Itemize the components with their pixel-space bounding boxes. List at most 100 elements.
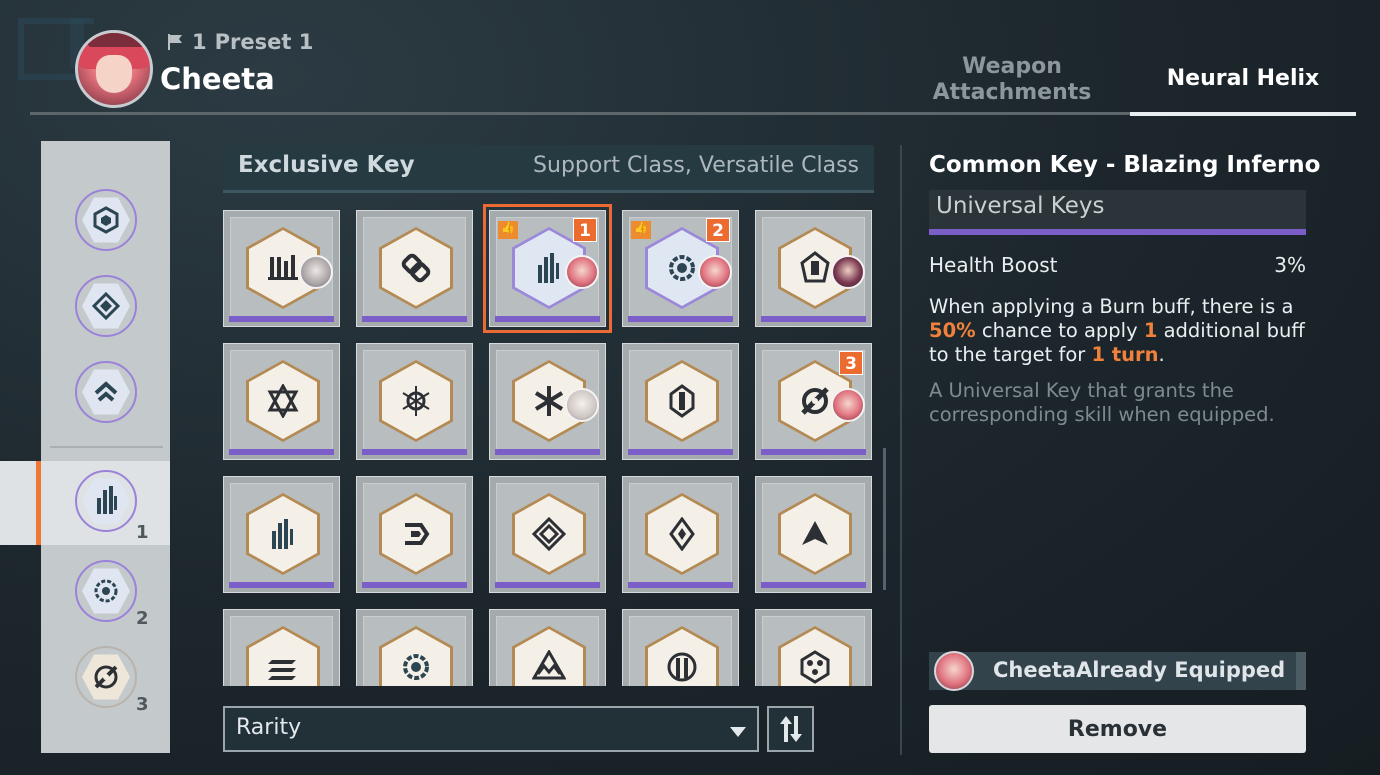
equipped-by-avatar bbox=[831, 388, 865, 422]
rarity-bar bbox=[761, 449, 866, 455]
tab-weapon-attachments[interactable]: Weapon Attachments bbox=[922, 54, 1102, 106]
sidebar-slot-1[interactable] bbox=[75, 189, 137, 251]
rarity-bar bbox=[628, 582, 733, 588]
key-card[interactable] bbox=[489, 609, 606, 686]
grid-scrollbar[interactable] bbox=[883, 448, 886, 590]
arrowhead-key-icon bbox=[802, 521, 828, 545]
key-card[interactable] bbox=[622, 343, 739, 460]
key-card[interactable] bbox=[489, 343, 606, 460]
rarity-bar bbox=[495, 316, 600, 322]
key-card[interactable] bbox=[622, 476, 739, 593]
key-card[interactable] bbox=[356, 609, 473, 686]
character-name: Cheeta bbox=[160, 62, 275, 96]
equipped-status-end bbox=[1296, 652, 1306, 690]
character-avatar[interactable] bbox=[75, 30, 153, 108]
rarity-bar bbox=[628, 449, 733, 455]
lattice-key-icon bbox=[800, 650, 830, 684]
selected-slot-bar bbox=[36, 461, 41, 545]
sidebar-slot-2[interactable] bbox=[75, 275, 137, 337]
sidebar-slot-3[interactable] bbox=[75, 361, 137, 423]
active-tab-underline bbox=[1130, 112, 1356, 116]
rarity-bar bbox=[362, 449, 467, 455]
gear-eye-key-icon bbox=[94, 579, 118, 603]
equipped-by-avatar bbox=[299, 255, 333, 289]
equipped-by-avatar bbox=[698, 255, 732, 289]
rarity-bar bbox=[229, 316, 334, 322]
gate-key-icon bbox=[667, 652, 697, 682]
key-card[interactable] bbox=[223, 343, 340, 460]
panel-title: Exclusive Key bbox=[238, 152, 415, 178]
tab-neural-helix[interactable]: Neural Helix bbox=[1140, 66, 1346, 92]
key-card[interactable]: 1 bbox=[483, 204, 612, 333]
equipped-status-text: CheetaAlready Equipped bbox=[993, 658, 1286, 682]
sort-order-button[interactable] bbox=[767, 706, 814, 752]
rhombus-key-icon bbox=[669, 517, 695, 551]
gear-eye-key-icon bbox=[669, 255, 695, 281]
rarity-dropdown[interactable] bbox=[223, 706, 759, 752]
triangle-wave-key-icon bbox=[532, 650, 566, 680]
diamond-key-icon bbox=[91, 291, 121, 321]
crosshair-hex-key-icon bbox=[93, 206, 119, 234]
key-card[interactable] bbox=[755, 609, 872, 686]
key-card[interactable]: 3 bbox=[755, 343, 872, 460]
preset-indicator[interactable]: 1 Preset 1 bbox=[166, 30, 313, 54]
rarity-bar bbox=[929, 229, 1306, 235]
slash-orb-key-icon bbox=[801, 387, 829, 415]
rank-badge: 1 bbox=[573, 218, 597, 242]
sidebar-slot-6[interactable] bbox=[75, 646, 137, 708]
equipped-by-avatar bbox=[831, 255, 865, 289]
pillar-key-icon bbox=[669, 384, 695, 418]
equipped-character-avatar bbox=[934, 651, 974, 691]
equipped-by-avatar bbox=[565, 388, 599, 422]
key-card[interactable] bbox=[223, 609, 340, 686]
key-card[interactable] bbox=[223, 476, 340, 593]
key-card[interactable] bbox=[622, 609, 739, 686]
rarity-bar bbox=[628, 316, 733, 322]
key-card[interactable] bbox=[223, 210, 340, 327]
swirl-key-icon bbox=[405, 523, 430, 545]
rarity-bar bbox=[495, 449, 600, 455]
hexagram-key-icon bbox=[267, 384, 299, 418]
key-category: Universal Keys bbox=[936, 193, 1105, 219]
knot-key-icon bbox=[401, 253, 431, 283]
rarity-bar bbox=[229, 582, 334, 588]
sort-arrows-icon bbox=[779, 716, 802, 742]
rarity-dropdown-label: Rarity bbox=[236, 715, 302, 740]
key-card[interactable] bbox=[356, 476, 473, 593]
key-card[interactable] bbox=[356, 210, 473, 327]
gear-eye-key-icon bbox=[403, 654, 429, 680]
key-card[interactable] bbox=[755, 476, 872, 593]
panel-divider bbox=[900, 145, 902, 755]
chevron-key-icon bbox=[94, 381, 118, 402]
top-header: 1 Preset 1 Cheeta Weapon Attachments Neu… bbox=[0, 0, 1380, 118]
sidebar-slot-5[interactable] bbox=[75, 560, 137, 622]
class-tags: Support Class, Versatile Class bbox=[533, 153, 859, 178]
key-card[interactable] bbox=[356, 343, 473, 460]
key-card[interactable] bbox=[755, 210, 872, 327]
key-card[interactable] bbox=[489, 476, 606, 593]
stripes-key-icon bbox=[268, 660, 296, 680]
rarity-bar bbox=[362, 316, 467, 322]
slot-number: 1 bbox=[136, 522, 149, 543]
key-card[interactable]: 2 bbox=[622, 210, 739, 327]
preset-number: 1 bbox=[192, 30, 207, 54]
crest-key-icon bbox=[800, 251, 830, 283]
rank-badge: 3 bbox=[839, 351, 863, 375]
slash-orb-key-icon bbox=[94, 665, 118, 689]
layered-diamond-key-icon bbox=[532, 517, 566, 551]
sidebar-slot-4[interactable] bbox=[75, 470, 137, 532]
remove-button[interactable]: Remove bbox=[929, 705, 1306, 753]
rarity-bar bbox=[761, 582, 866, 588]
stat-name: Health Boost bbox=[929, 253, 1058, 277]
slot-number: 2 bbox=[136, 608, 149, 629]
stat-value: 3% bbox=[1274, 253, 1306, 277]
flake-ring-key-icon bbox=[402, 386, 430, 416]
rarity-bar bbox=[362, 582, 467, 588]
sidebar-divider bbox=[50, 446, 163, 448]
rarity-bar bbox=[761, 316, 866, 322]
preset-label: Preset 1 bbox=[214, 30, 314, 54]
key-grid: 1 2 3 bbox=[218, 202, 880, 686]
chevron-down-icon bbox=[730, 727, 746, 737]
blaze-key-icon bbox=[97, 486, 117, 514]
key-description: When applying a Burn buff, there is a 50… bbox=[929, 295, 1305, 366]
